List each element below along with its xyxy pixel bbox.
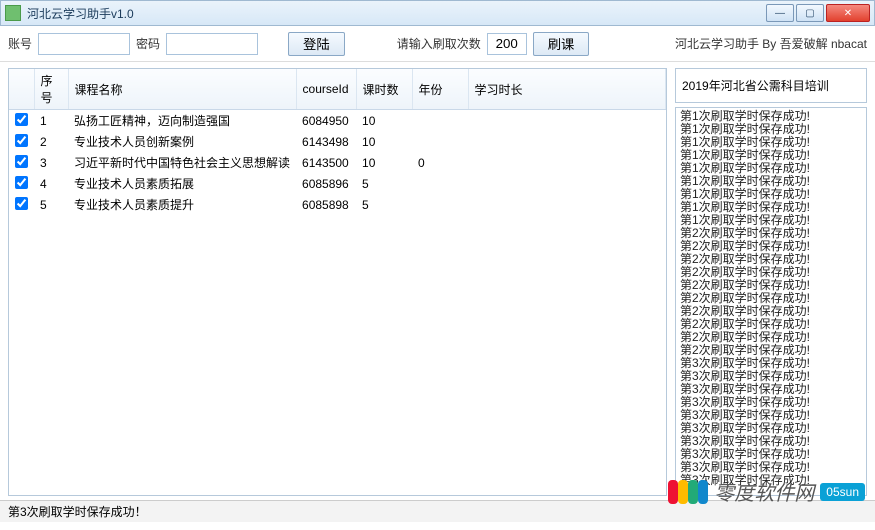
cell-seq: 4 bbox=[34, 173, 68, 194]
col-courseid[interactable]: courseId bbox=[296, 69, 356, 110]
password-input[interactable] bbox=[166, 33, 258, 55]
row-checkbox[interactable] bbox=[15, 176, 28, 189]
cell-lessons: 5 bbox=[356, 173, 412, 194]
cell-seq: 2 bbox=[34, 131, 68, 152]
watermark-logo-icon bbox=[668, 480, 708, 504]
log-box[interactable]: 第1次刷取学时保存成功!第1次刷取学时保存成功!第1次刷取学时保存成功!第1次刷… bbox=[675, 107, 867, 496]
cell-year bbox=[412, 131, 468, 152]
row-checkbox[interactable] bbox=[15, 197, 28, 210]
watermark-tag: 05sun bbox=[820, 483, 865, 501]
col-seq[interactable]: 序号 bbox=[34, 69, 68, 110]
minimize-button[interactable]: — bbox=[766, 4, 794, 22]
count-input[interactable] bbox=[487, 33, 527, 55]
cell-courseid: 6085896 bbox=[296, 173, 356, 194]
cell-lessons: 10 bbox=[356, 110, 412, 132]
main: 序号 课程名称 courseId 课时数 年份 学习时长 1弘扬工匠精神，迈向制… bbox=[0, 62, 875, 500]
cell-duration bbox=[468, 173, 665, 194]
cell-lessons: 5 bbox=[356, 194, 412, 215]
account-label: 账号 bbox=[8, 35, 32, 52]
cell-duration bbox=[468, 194, 665, 215]
cell-seq: 3 bbox=[34, 152, 68, 173]
table-row[interactable]: 3习近平新时代中国特色社会主义思想解读6143500100 bbox=[9, 152, 666, 173]
close-button[interactable]: ✕ bbox=[826, 4, 870, 22]
watermark: 零度软件网 05sun bbox=[668, 477, 865, 506]
toolbar: 账号 密码 登陆 请输入刷取次数 刷课 河北云学习助手 By 吾爱破解 nbac… bbox=[0, 26, 875, 62]
right-column: 2019年河北省公需科目培训 第1次刷取学时保存成功!第1次刷取学时保存成功!第… bbox=[675, 68, 867, 496]
cell-lessons: 10 bbox=[356, 131, 412, 152]
row-checkbox[interactable] bbox=[15, 155, 28, 168]
maximize-button[interactable]: ▢ bbox=[796, 4, 824, 22]
col-lessons[interactable]: 课时数 bbox=[356, 69, 412, 110]
cell-name: 专业技术人员素质提升 bbox=[68, 194, 296, 215]
count-hint: 请输入刷取次数 bbox=[397, 35, 481, 52]
credit-text: 河北云学习助手 By 吾爱破解 nbacat bbox=[669, 35, 867, 52]
window-buttons: — ▢ ✕ bbox=[766, 4, 870, 22]
status-text: 第3次刷取学时保存成功！ bbox=[8, 503, 147, 520]
cell-name: 专业技术人员创新案例 bbox=[68, 131, 296, 152]
cell-name: 弘扬工匠精神，迈向制造强国 bbox=[68, 110, 296, 132]
account-input[interactable] bbox=[38, 33, 130, 55]
table-row[interactable]: 5专业技术人员素质提升60858985 bbox=[9, 194, 666, 215]
login-button[interactable]: 登陆 bbox=[288, 32, 345, 56]
cell-lessons: 10 bbox=[356, 152, 412, 173]
col-year[interactable]: 年份 bbox=[412, 69, 468, 110]
col-duration[interactable]: 学习时长 bbox=[468, 69, 665, 110]
training-groupbox: 2019年河北省公需科目培训 bbox=[675, 68, 867, 103]
cell-seq: 5 bbox=[34, 194, 68, 215]
password-label: 密码 bbox=[136, 35, 160, 52]
cell-name: 专业技术人员素质拓展 bbox=[68, 173, 296, 194]
titlebar: 河北云学习助手v1.0 — ▢ ✕ bbox=[0, 0, 875, 26]
app-icon bbox=[5, 5, 21, 21]
cell-duration bbox=[468, 110, 665, 132]
col-name[interactable]: 课程名称 bbox=[68, 69, 296, 110]
course-table[interactable]: 序号 课程名称 courseId 课时数 年份 学习时长 1弘扬工匠精神，迈向制… bbox=[9, 69, 666, 215]
cell-courseid: 6085898 bbox=[296, 194, 356, 215]
cell-year bbox=[412, 194, 468, 215]
course-list-pane: 序号 课程名称 courseId 课时数 年份 学习时长 1弘扬工匠精神，迈向制… bbox=[8, 68, 667, 496]
row-checkbox[interactable] bbox=[15, 113, 28, 126]
cell-duration bbox=[468, 131, 665, 152]
watermark-text: 零度软件网 bbox=[714, 477, 814, 506]
table-row[interactable]: 2专业技术人员创新案例614349810 bbox=[9, 131, 666, 152]
table-row[interactable]: 4专业技术人员素质拓展60858965 bbox=[9, 173, 666, 194]
cell-duration bbox=[468, 152, 665, 173]
table-row[interactable]: 1弘扬工匠精神，迈向制造强国608495010 bbox=[9, 110, 666, 132]
cell-year bbox=[412, 173, 468, 194]
window-title: 河北云学习助手v1.0 bbox=[27, 5, 766, 22]
cell-seq: 1 bbox=[34, 110, 68, 132]
cell-courseid: 6084950 bbox=[296, 110, 356, 132]
cell-courseid: 6143500 bbox=[296, 152, 356, 173]
row-checkbox[interactable] bbox=[15, 134, 28, 147]
groupbox-title: 2019年河北省公需科目培训 bbox=[682, 79, 829, 93]
cell-year bbox=[412, 110, 468, 132]
cell-courseid: 6143498 bbox=[296, 131, 356, 152]
cell-year: 0 bbox=[412, 152, 468, 173]
cell-name: 习近平新时代中国特色社会主义思想解读 bbox=[68, 152, 296, 173]
brush-button[interactable]: 刷课 bbox=[533, 32, 590, 56]
